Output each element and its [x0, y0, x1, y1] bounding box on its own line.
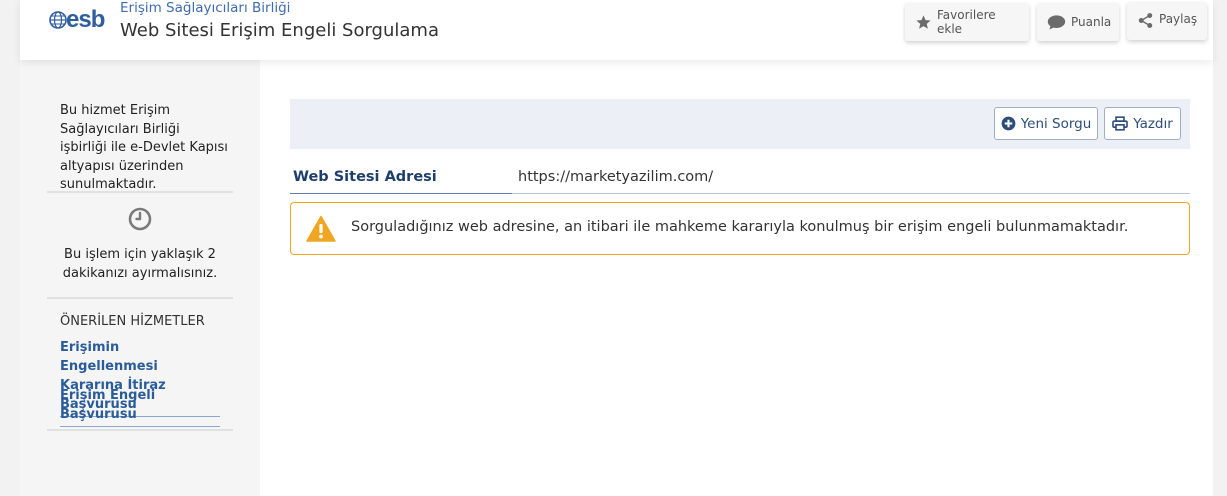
esb-logo[interactable]: esb: [48, 6, 112, 34]
result-message: Sorguladığınız web adresine, an itibari …: [351, 219, 1129, 235]
speech-bubble-icon: [1047, 14, 1066, 30]
main-content: Yeni Sorgu Yazdır Web Sitesi Adresi http…: [260, 60, 1213, 496]
sidebar-divider: [47, 191, 233, 193]
estimated-time-text: Bu işlem için yaklaşık 2 dakikanızı ayır…: [62, 247, 218, 281]
logo-text: esb: [66, 6, 105, 33]
sidebar: Bu hizmet Erişim Sağlayıcıları Birliği i…: [20, 60, 260, 496]
organization-name[interactable]: Erişim Sağlayıcıları Birliği: [120, 0, 290, 16]
star-icon: [916, 14, 931, 29]
plus-circle-icon: [1001, 116, 1016, 131]
print-label: Yazdır: [1133, 115, 1173, 132]
new-query-button[interactable]: Yeni Sorgu: [994, 107, 1098, 140]
page-title: Web Sitesi Erişim Engeli Sorgulama: [120, 20, 439, 41]
share-button[interactable]: Paylaş: [1127, 2, 1207, 40]
website-address-label: Web Sitesi Adresi: [293, 169, 437, 185]
app-frame: esb Erişim Sağlayıcıları Birliği Web Sit…: [20, 0, 1213, 496]
label-underline: [290, 193, 512, 194]
favorite-button[interactable]: Favorilere ekle: [905, 3, 1029, 41]
result-toolbar: Yeni Sorgu Yazdır: [290, 99, 1190, 149]
recommended-service-link[interactable]: Erişim Engeli Başvurusu: [60, 386, 220, 427]
globe-icon: [49, 11, 67, 29]
new-query-label: Yeni Sorgu: [1020, 115, 1092, 132]
page-scrollbar[interactable]: [1213, 0, 1227, 496]
website-address-row: Web Sitesi Adresi https://marketyazilim.…: [290, 165, 1190, 194]
favorite-label: Favorilere ekle: [937, 8, 996, 36]
rate-button[interactable]: Puanla: [1037, 3, 1119, 41]
clock-icon: [128, 207, 152, 231]
rate-label: Puanla: [1071, 15, 1112, 29]
recommended-services-title: ÖNERİLEN HİZMETLER: [60, 314, 205, 329]
warning-triangle-icon: [306, 215, 336, 242]
printer-icon: [1112, 116, 1128, 131]
share-label: Paylaş: [1159, 12, 1198, 26]
share-icon: [1138, 13, 1153, 28]
result-alert: Sorguladığınız web adresine, an itibari …: [290, 202, 1190, 255]
service-intro-text: Bu hizmet Erişim Sağlayıcıları Birliği i…: [60, 103, 228, 192]
sidebar-divider: [47, 429, 233, 431]
print-button[interactable]: Yazdır: [1104, 107, 1181, 140]
header: esb Erişim Sağlayıcıları Birliği Web Sit…: [20, 0, 1213, 60]
website-address-value: https://marketyazilim.com/: [518, 169, 714, 185]
sidebar-divider: [47, 297, 233, 299]
